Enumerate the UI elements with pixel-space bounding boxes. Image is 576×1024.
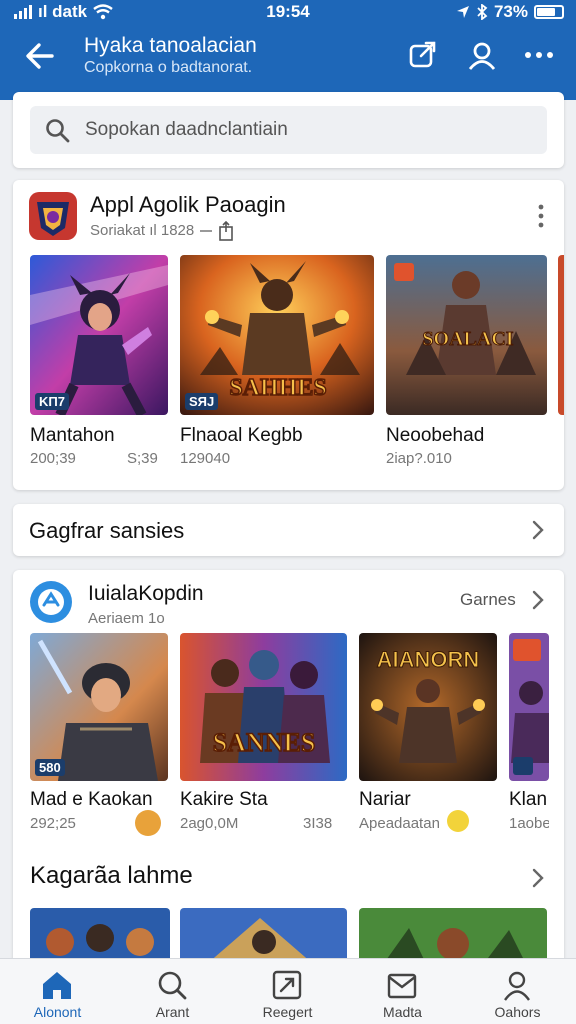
game-tile[interactable]: SOALACI bbox=[386, 255, 547, 415]
game-meta-secondary: 3I38 bbox=[303, 815, 333, 832]
nav-label: Madta bbox=[383, 1004, 422, 1020]
page-title: Hyaka tanoalacian bbox=[84, 34, 257, 57]
section-logo bbox=[29, 192, 77, 240]
nav-label: Reegert bbox=[262, 1004, 313, 1020]
category-title: Gagfrar sansies bbox=[29, 518, 185, 543]
game-meta: Apeadaatan bbox=[359, 815, 440, 832]
games-section: IuialaKopdin Aeriaem 1o Garnes 580 Mad e… bbox=[13, 570, 564, 970]
game-artwork: AIANORN bbox=[359, 633, 497, 781]
nav-home[interactable]: Alonont bbox=[0, 959, 115, 1024]
page-subtitle: Copkorna o badtanorat. bbox=[84, 59, 253, 76]
game-tile[interactable] bbox=[509, 633, 549, 781]
more-options-icon[interactable] bbox=[538, 204, 544, 228]
game-tile-peek[interactable] bbox=[558, 255, 564, 415]
more-icon[interactable] bbox=[522, 38, 556, 72]
game-artwork bbox=[30, 255, 168, 415]
chevron-right-icon bbox=[532, 520, 544, 540]
bottom-navigation: Alonont Arant Reegert Madta Oahors bbox=[0, 958, 576, 1024]
section-logo bbox=[29, 580, 73, 624]
emoji-badge-icon bbox=[135, 810, 161, 836]
game-tile[interactable]: 580 bbox=[30, 633, 168, 781]
game-artwork: SAHHES bbox=[180, 255, 374, 415]
game-logo-text: AIANORN bbox=[377, 647, 480, 672]
category-title[interactable]: Kagarãa lahme bbox=[30, 862, 193, 890]
search-icon bbox=[46, 119, 70, 143]
game-logo-text: SOALACI bbox=[422, 328, 513, 350]
inbox-icon bbox=[387, 973, 417, 999]
tile-badge: SЯJ bbox=[185, 393, 219, 410]
game-tile[interactable]: AIANORN bbox=[359, 633, 497, 781]
nav-inbox[interactable]: Madta bbox=[345, 959, 460, 1024]
game-meta: 200;39 bbox=[30, 450, 76, 467]
game-title: Mad e Kaokan bbox=[30, 789, 153, 810]
search-placeholder: Sopokan daadnclantiain bbox=[85, 119, 288, 140]
tile-badge: ΚΠ7 bbox=[35, 393, 70, 410]
share-icon bbox=[200, 220, 234, 241]
battery-icon bbox=[534, 5, 564, 19]
account-icon[interactable] bbox=[465, 38, 499, 72]
nav-label: Alonont bbox=[33, 1004, 82, 1020]
game-title: Klan bbox=[509, 789, 548, 810]
nav-label: Oahors bbox=[494, 1004, 541, 1020]
back-arrow-icon[interactable] bbox=[22, 38, 58, 74]
game-artwork bbox=[509, 633, 549, 781]
search-input[interactable]: Sopokan daadnclantiain bbox=[30, 106, 547, 154]
game-title: Neoobehad bbox=[386, 425, 485, 446]
section-title: IuialaKopdin bbox=[88, 582, 204, 605]
game-meta-secondary: S;39 bbox=[127, 450, 158, 467]
battery-percent: 73% bbox=[493, 2, 528, 21]
game-logo-text: SANNES bbox=[213, 728, 316, 757]
search-card: Sopokan daadnclantiain bbox=[13, 92, 564, 168]
see-all-link[interactable]: Garnes bbox=[460, 590, 516, 610]
chevron-right-icon[interactable] bbox=[532, 868, 544, 888]
game-logo-text: SAHHES bbox=[229, 375, 326, 401]
status-bar: ıl datk 19:54 73% bbox=[0, 0, 576, 24]
nav-profile[interactable]: Oahors bbox=[460, 959, 575, 1024]
game-tile[interactable]: ΚΠ7 bbox=[30, 255, 168, 415]
category-row[interactable]: Gagfrar sansies bbox=[13, 504, 564, 556]
game-meta: 292;25 bbox=[30, 815, 76, 832]
profile-icon bbox=[504, 971, 530, 1001]
game-title: Nariar bbox=[359, 789, 411, 810]
emoji-badge-icon bbox=[447, 810, 469, 832]
featured-section: Appl Agolik Paoagin Soriakat ıl 1828 ΚΠ7… bbox=[13, 180, 564, 490]
game-tile[interactable]: SANNES bbox=[180, 633, 347, 781]
tile-badge: 580 bbox=[35, 759, 65, 776]
section-subtitle: Aeriaem 1o bbox=[88, 610, 165, 627]
app-header: ıl datk 19:54 73% Hyaka tanoalacian Copk… bbox=[0, 0, 576, 100]
nav-search[interactable]: Arant bbox=[115, 959, 230, 1024]
game-tile[interactable]: SAHHES SЯJ bbox=[180, 255, 374, 415]
location-icon bbox=[456, 6, 469, 18]
chevron-right-icon[interactable] bbox=[532, 590, 544, 610]
edit-share-icon[interactable] bbox=[406, 38, 440, 72]
section-subtitle: Soriakat ıl 1828 bbox=[90, 220, 238, 241]
game-title: Flnaoal Kegbb bbox=[180, 425, 303, 446]
game-meta: 129040 bbox=[180, 450, 231, 467]
section-title: Appl Agolik Paoagin bbox=[90, 192, 286, 217]
game-title: Kakire Sta bbox=[180, 789, 268, 810]
nav-updates[interactable]: Reegert bbox=[230, 959, 345, 1024]
game-meta: 1aobe bbox=[509, 815, 549, 832]
game-meta: 2ag0,0M bbox=[180, 815, 239, 832]
updates-icon bbox=[272, 970, 302, 1000]
game-meta: 2iap?.010 bbox=[386, 450, 452, 467]
game-artwork: SOALACI bbox=[386, 255, 547, 415]
game-artwork: SANNES bbox=[180, 633, 347, 781]
game-title: Mantahon bbox=[30, 425, 115, 446]
nav-label: Arant bbox=[155, 1004, 190, 1020]
home-icon bbox=[43, 972, 71, 999]
bluetooth-icon bbox=[477, 4, 488, 20]
search-icon bbox=[158, 971, 187, 1000]
